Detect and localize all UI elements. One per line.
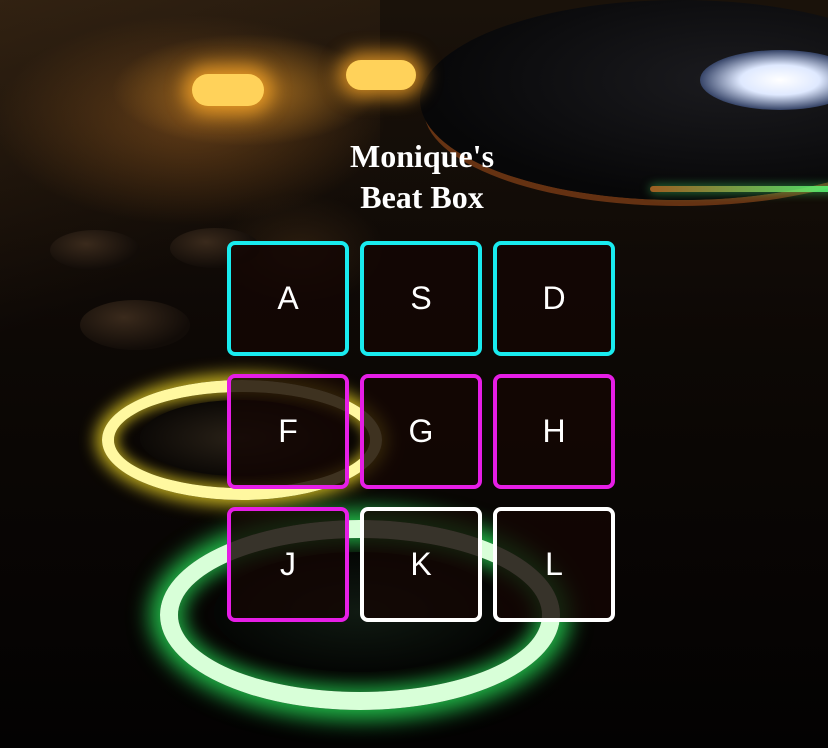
drum-pad-grid: A S D F G H J K L [227, 241, 617, 622]
drum-pad-s[interactable]: S [360, 241, 482, 356]
drum-pad-l[interactable]: L [493, 507, 615, 622]
page-title: Monique's Beat Box [0, 136, 828, 218]
drum-pad-g[interactable]: G [360, 374, 482, 489]
amber-lamp-image [346, 60, 416, 90]
drum-pad-k[interactable]: K [360, 507, 482, 622]
page: Monique's Beat Box A S D F G H J K L [0, 0, 828, 748]
drum-pad-d[interactable]: D [493, 241, 615, 356]
title-line-1: Monique's [349, 138, 495, 174]
title-line-2: Beat Box [360, 179, 484, 215]
knob-image [80, 300, 190, 350]
drum-pad-a[interactable]: A [227, 241, 349, 356]
drum-pad-j[interactable]: J [227, 507, 349, 622]
drum-pad-h[interactable]: H [493, 374, 615, 489]
amber-lamp-image [192, 74, 264, 106]
drum-pad-f[interactable]: F [227, 374, 349, 489]
knob-image [50, 230, 140, 270]
